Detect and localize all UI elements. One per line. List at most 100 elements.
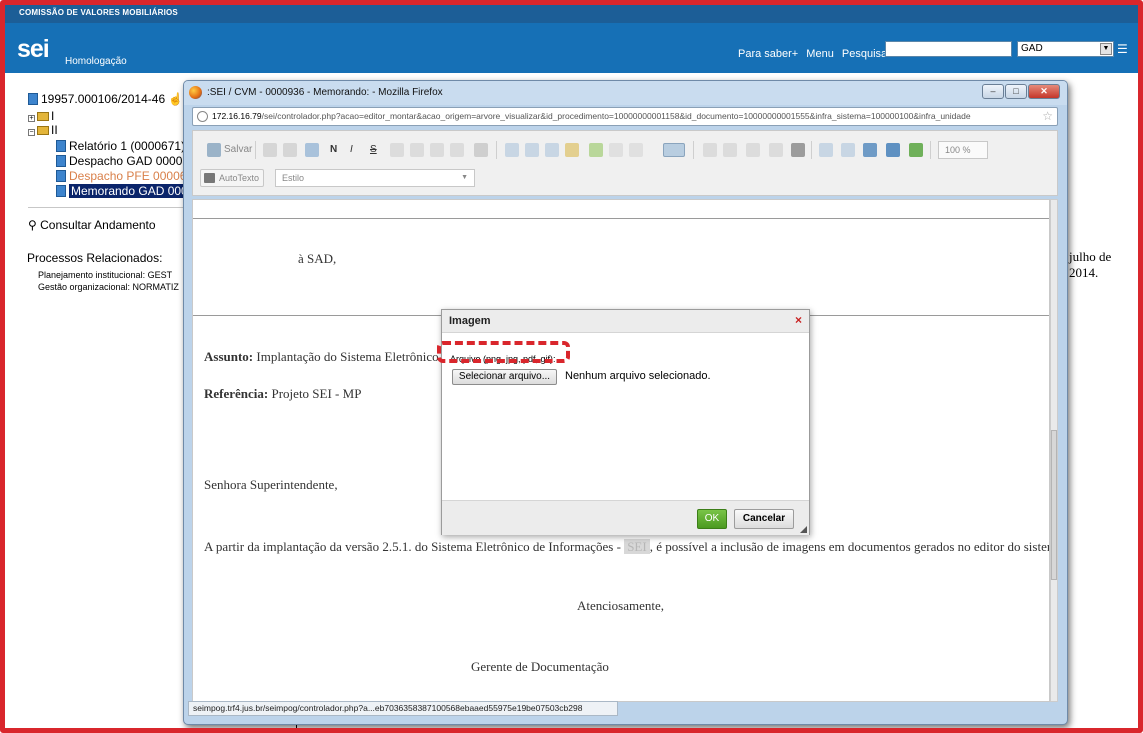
close-button[interactable]: ✕ — [1028, 84, 1060, 99]
search-input[interactable] — [885, 41, 1012, 57]
related-item[interactable]: Gestão organizacional: NORMATIZ — [38, 282, 179, 292]
paste-text-icon[interactable] — [565, 143, 579, 157]
replace-icon[interactable] — [283, 143, 297, 157]
redo-icon[interactable] — [609, 143, 623, 157]
tree-doc[interactable]: Relatório 1 (0000671) — [56, 139, 185, 153]
strike-button[interactable]: S — [370, 139, 377, 161]
doc-body-end: , é possível a inclusão de imagens em do… — [649, 539, 1050, 554]
list-icon[interactable]: ☰ — [1117, 42, 1131, 56]
doc-reference: Referência: Projeto SEI - MP — [204, 386, 361, 402]
format-icon[interactable] — [450, 143, 464, 157]
app-header: sei Homologação Para saber+ Menu Pesquis… — [5, 23, 1138, 73]
related-item[interactable]: Planejamento institucional: GEST — [38, 270, 172, 280]
cut-icon[interactable] — [505, 143, 519, 157]
tree-doc-label: Relatório 1 (0000671) — [69, 139, 186, 153]
money-icon[interactable] — [909, 143, 923, 157]
autotext-icon — [204, 173, 215, 183]
indent-icon[interactable] — [769, 143, 783, 157]
doc-subject-text: Implantação do Sistema Eletrônico d — [256, 349, 449, 364]
autotexto-button[interactable]: AutoTexto — [200, 169, 264, 187]
status-bar: seimpog.trf4.jus.br/seimpog/controlador.… — [188, 701, 618, 716]
resize-handle-icon[interactable] — [800, 526, 807, 533]
scrollbar-thumb[interactable] — [1051, 430, 1057, 580]
save-icon — [207, 143, 221, 157]
header-links: Para saber+ Menu Pesquisa — [738, 48, 892, 60]
paste-icon[interactable] — [545, 143, 559, 157]
outdent-icon[interactable] — [746, 143, 760, 157]
bookmark-star-icon[interactable]: ☆ — [1042, 109, 1053, 123]
tree-doc-label: Despacho PFE 000067 — [69, 169, 194, 183]
undo-icon[interactable] — [589, 143, 603, 157]
save-button[interactable]: Salvar — [224, 139, 252, 161]
link-para-saber[interactable]: Para saber+ — [738, 48, 798, 60]
tree-process[interactable]: 19957.000106/2014-46 ☝ — [28, 92, 183, 106]
cancel-button[interactable]: Cancelar — [734, 509, 794, 529]
special-icon[interactable] — [886, 143, 900, 157]
maximize-button[interactable]: □ — [1005, 84, 1027, 99]
zoom-value: 100 % — [945, 145, 971, 155]
url-path: /sei/controlador.php?acao=editor_montar&… — [261, 111, 971, 121]
find-icon[interactable] — [263, 143, 277, 157]
expand-icon[interactable]: + — [28, 115, 35, 122]
document-icon — [56, 185, 66, 197]
link-icon[interactable] — [863, 143, 877, 157]
window-title: :SEI / CVM - 0000936 - Memorando: - Mozi… — [207, 87, 443, 98]
tree-doc[interactable]: Despacho GAD 000067 — [56, 154, 196, 168]
eraser-icon[interactable] — [305, 143, 319, 157]
collapse-icon[interactable]: − — [28, 129, 35, 136]
link-pesquisa[interactable]: Pesquisa — [842, 48, 887, 60]
spellcheck-icon[interactable] — [663, 143, 685, 157]
select-file-button[interactable]: Selecionar arquivo... — [452, 369, 557, 385]
numbered-list-icon[interactable] — [703, 143, 717, 157]
chevron-down-icon[interactable]: ▼ — [1100, 43, 1112, 55]
related-title: Processos Relacionados: — [27, 251, 163, 265]
strikethrough-icon[interactable] — [390, 143, 404, 157]
unit-select[interactable]: GAD ▼ — [1017, 41, 1114, 57]
folder-icon — [37, 126, 49, 135]
subscript-icon[interactable] — [410, 143, 424, 157]
ok-button[interactable]: OK — [697, 509, 727, 529]
document-icon — [56, 155, 66, 167]
tree-folder-ii[interactable]: − II — [28, 123, 58, 137]
symbol-icon[interactable] — [841, 143, 855, 157]
doc-reference-text: Projeto SEI - MP — [271, 386, 362, 401]
tree-folder-i[interactable]: + I — [28, 109, 54, 123]
window-titlebar[interactable]: :SEI / CVM - 0000936 - Memorando: - Mozi… — [184, 81, 1067, 105]
org-name: COMISSÃO DE VALORES MOBILIÁRIOS — [19, 8, 178, 17]
style-select[interactable]: Estilo ▼ — [275, 169, 475, 187]
copy-icon[interactable] — [525, 143, 539, 157]
text-color-icon[interactable] — [474, 143, 488, 157]
tree-doc-selected[interactable]: Memorando GAD 0000 — [56, 184, 197, 198]
firefox-icon — [189, 86, 202, 99]
italic-button[interactable]: I — [350, 139, 353, 161]
document-icon — [56, 140, 66, 152]
table-icon[interactable] — [629, 143, 643, 157]
superscript-icon[interactable] — [430, 143, 444, 157]
editor-scrollbar[interactable] — [1050, 199, 1058, 702]
site-identity-icon[interactable] — [197, 111, 208, 122]
close-icon[interactable]: × — [795, 313, 802, 327]
image-icon[interactable] — [791, 143, 805, 157]
unit-select-value: GAD — [1021, 43, 1043, 54]
tree-doc[interactable]: Despacho PFE 000067 — [56, 169, 193, 183]
sei-logo[interactable]: sei — [17, 35, 50, 64]
zoom-select[interactable]: 100 % — [938, 141, 988, 159]
hand-icon: ☝ — [168, 92, 184, 106]
preview-icon[interactable] — [819, 143, 833, 157]
doc-signature: Gerente de Documentação — [471, 659, 609, 674]
consult-andamento-link[interactable]: ⚲ Consultar Andamento — [28, 218, 156, 232]
divider — [28, 207, 188, 208]
url-bar[interactable]: 172.16.16.79/sei/controlador.php?acao=ed… — [192, 107, 1058, 126]
doc-subject-label: Assunto: — [204, 349, 254, 364]
style-select-label: Estilo — [282, 173, 305, 183]
minimize-button[interactable]: – — [982, 84, 1004, 99]
doc-body-start: A partir da implantação da versão 2.5.1.… — [204, 539, 625, 554]
process-number: 19957.000106/2014-46 — [41, 92, 166, 106]
autotexto-label: AutoTexto — [219, 173, 260, 183]
separator — [496, 141, 497, 159]
bold-button[interactable]: N — [330, 139, 337, 161]
bullet-list-icon[interactable] — [723, 143, 737, 157]
link-menu[interactable]: Menu — [806, 48, 834, 60]
tree-doc-label: Memorando GAD 0000 — [69, 184, 197, 198]
dialog-header[interactable]: Imagem × — [442, 310, 809, 333]
